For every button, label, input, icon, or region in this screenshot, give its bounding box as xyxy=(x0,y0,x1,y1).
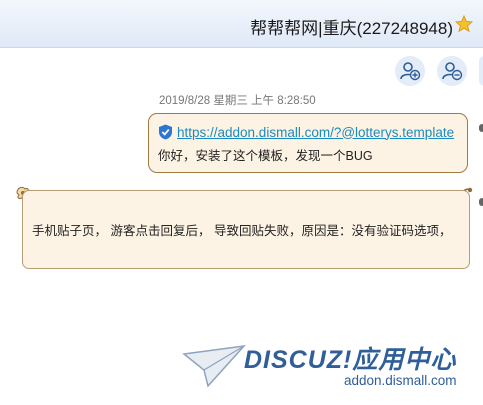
outgoing-message-bubble: https://addon.dismall.com/?@lotterys.tem… xyxy=(148,113,468,173)
message-text: 手机贴子页， 游客点击回复后， 导致回贴失败，原因是：没有验证码选项， xyxy=(32,224,452,238)
message-link-line: https://addon.dismall.com/?@lotterys.tem… xyxy=(158,124,461,140)
chat-title: 帮帮帮网|重庆(227248948) xyxy=(250,19,453,38)
message-link[interactable]: https://addon.dismall.com/?@lotterys.tem… xyxy=(177,125,454,140)
remove-member-icon xyxy=(442,62,463,81)
toolbar-overflow[interactable] xyxy=(479,56,483,86)
paper-plane-icon xyxy=(182,344,246,388)
message-timestamp: 2019/8/28 星期三 上午 8:28:50 xyxy=(159,95,316,107)
watermark-domain: addon.dismall.com xyxy=(344,373,457,388)
sender-avatar-edge[interactable] xyxy=(479,198,483,206)
discuz-watermark: DISCUZ!应用中心 addon.dismall.com xyxy=(182,340,472,392)
incoming-message-bubble: 手机贴子页， 游客点击回复后， 导致回贴失败，原因是：没有验证码选项， xyxy=(22,190,470,269)
message-text: 你好，安装了这个模板，发现一个BUG xyxy=(158,149,373,163)
add-member-icon xyxy=(400,62,421,81)
shield-check-icon xyxy=(159,124,172,140)
sender-avatar-edge[interactable] xyxy=(479,124,483,132)
remove-member-button[interactable] xyxy=(437,56,467,86)
add-member-button[interactable] xyxy=(395,56,425,86)
chat-header: 帮帮帮网|重庆(227248948) xyxy=(0,0,483,48)
watermark-brand: DISCUZ!应用中心 xyxy=(244,346,457,374)
star-icon[interactable] xyxy=(455,15,473,33)
